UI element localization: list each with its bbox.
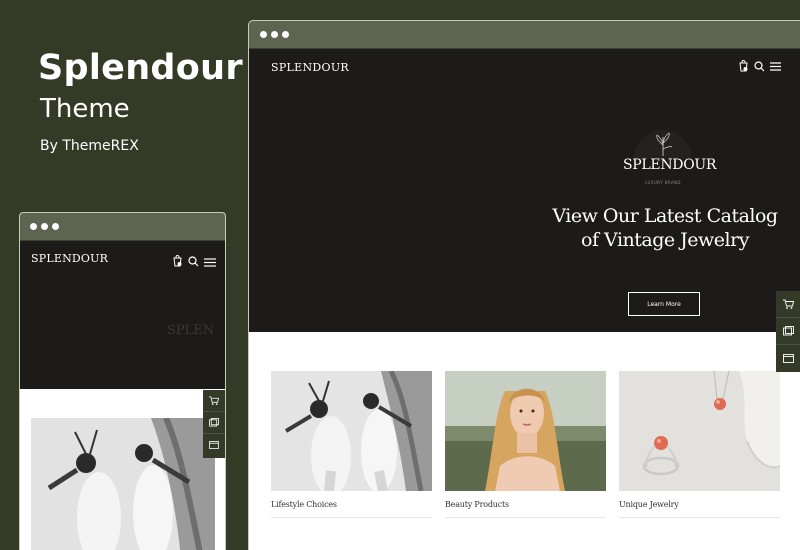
cart-tool-button[interactable] <box>776 291 800 318</box>
cart-tool-button[interactable] <box>203 390 225 412</box>
lifestyle-photo[interactable] <box>271 371 432 491</box>
window-dot-icon <box>260 31 267 38</box>
mobile-site-logo[interactable]: SPLENDOUR <box>31 252 108 265</box>
gallery-tool-button[interactable] <box>203 412 225 434</box>
site-logo[interactable]: SPLENDOUR <box>271 61 349 74</box>
card-lifestyle[interactable]: Lifestyle Choices <box>271 371 432 518</box>
card-label[interactable]: Lifestyle Choices <box>271 500 432 518</box>
cart-icon <box>782 299 794 309</box>
window-dot-icon <box>30 223 37 230</box>
card-label[interactable]: Beauty Products <box>445 500 606 518</box>
browser-toolbar <box>249 21 800 49</box>
search-icon[interactable] <box>754 60 765 72</box>
leaf-emblem-icon <box>634 130 692 159</box>
side-toolbar <box>776 291 800 372</box>
brand-title: Splendour <box>38 48 243 88</box>
mobile-browser-window: SPLENDOUR SPLEN <box>19 212 226 550</box>
card-label[interactable]: Unique Jewelry <box>619 500 780 518</box>
gallery-icon <box>209 418 219 427</box>
mobile-lifestyle-photo[interactable] <box>31 418 215 550</box>
window-icon <box>209 441 219 449</box>
hero-heading: View Our Latest Catalog of Vintage Jewel… <box>545 204 785 252</box>
window-dot-icon <box>271 31 278 38</box>
beauty-photo[interactable] <box>445 371 606 491</box>
window-tool-button[interactable] <box>776 345 800 372</box>
menu-icon[interactable] <box>204 252 216 271</box>
mobile-hero-ghost-logo: SPLEN <box>167 323 215 338</box>
window-dot-icon <box>41 223 48 230</box>
brand-subtitle: Theme <box>40 94 130 124</box>
learn-more-button[interactable]: Learn More <box>628 292 700 316</box>
hero-heading-line2: of Vintage Jewelry <box>581 229 749 251</box>
window-tool-button[interactable] <box>203 434 225 456</box>
jewelry-photo[interactable] <box>619 371 780 491</box>
mobile-side-toolbar <box>203 390 225 458</box>
window-icon <box>782 354 794 363</box>
gallery-icon <box>782 326 794 336</box>
mobile-browser-toolbar <box>20 213 225 241</box>
header-icons <box>738 60 781 72</box>
hero-emblem: SPLENDOUR LUXURY BRAND <box>623 129 717 189</box>
hero-section: SPLENDOUR SPLENDOUR LUXURY BRAND View Ou… <box>249 49 800 332</box>
window-dot-icon <box>52 223 59 230</box>
cart-icon <box>209 396 219 405</box>
cart-icon[interactable] <box>172 252 183 271</box>
brand-byline: By ThemeREX <box>40 138 139 154</box>
desktop-browser-window: SPLENDOUR SPLENDOUR LUXURY BRAND View Ou… <box>248 20 800 550</box>
search-icon[interactable] <box>188 252 199 271</box>
card-jewelry[interactable]: Unique Jewelry <box>619 371 780 518</box>
category-cards: Lifestyle Choices Beauty Products Unique… <box>271 371 781 518</box>
cart-icon[interactable] <box>738 60 749 72</box>
card-beauty[interactable]: Beauty Products <box>445 371 606 518</box>
menu-icon[interactable] <box>770 61 781 71</box>
mobile-hero-section: SPLENDOUR SPLEN <box>20 241 225 389</box>
emblem-logo: SPLENDOUR <box>623 157 717 173</box>
window-dot-icon <box>282 31 289 38</box>
emblem-tagline: LUXURY BRAND <box>645 180 681 185</box>
mobile-header-icons <box>172 252 216 271</box>
gallery-tool-button[interactable] <box>776 318 800 345</box>
hero-heading-line1: View Our Latest Catalog <box>552 205 778 227</box>
